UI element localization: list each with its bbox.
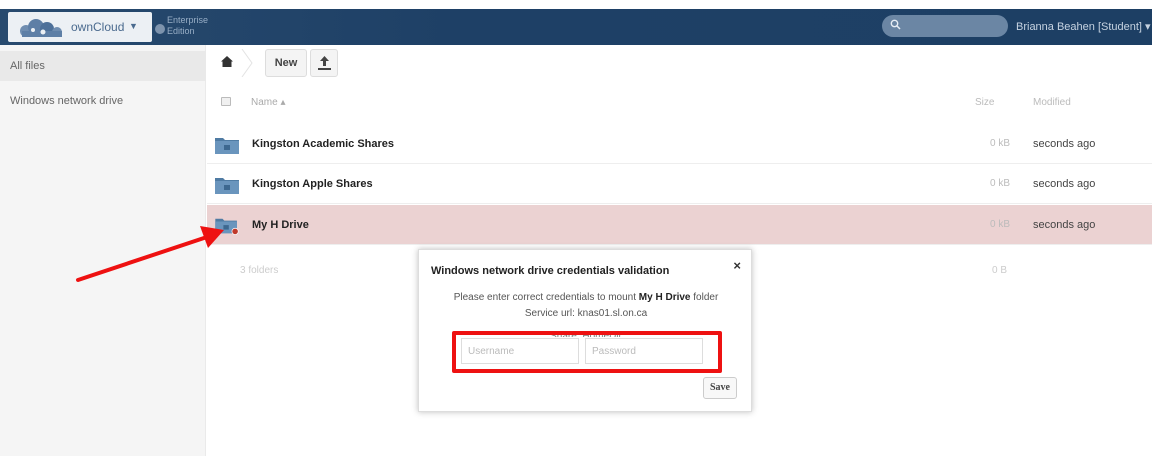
sidebar-item-all-files[interactable]: All files (0, 51, 206, 81)
file-row[interactable]: Kingston Apple Shares 0 kB seconds ago (207, 164, 1152, 204)
sidebar-item-windows-network-drive[interactable]: Windows network drive (0, 86, 206, 116)
owncloud-logo-icon (20, 19, 62, 37)
file-row-highlighted[interactable]: My H Drive 0 kB seconds ago (207, 205, 1152, 245)
top-header: ownCloud ▼ Enterprise Edition Brianna Be… (0, 9, 1152, 45)
annotation-arrow-icon (76, 226, 224, 282)
app-menu-button[interactable]: ownCloud ▼ (8, 12, 152, 42)
column-header-name[interactable]: Name ▴ (251, 97, 285, 108)
new-button[interactable]: New (265, 49, 307, 77)
file-modified: seconds ago (1033, 138, 1096, 150)
edition-line-1: Enterprise (167, 15, 209, 25)
dialog-service-url: Service url: knas01.sl.on.ca (524, 308, 648, 319)
enterprise-icon (155, 24, 165, 34)
file-name[interactable]: My H Drive (252, 219, 309, 231)
save-button[interactable]: Save (703, 377, 737, 399)
file-name[interactable]: Kingston Apple Shares (252, 178, 373, 190)
column-header-size[interactable]: Size (975, 97, 994, 108)
edition-label: Enterprise Edition (167, 15, 208, 37)
search-icon (890, 19, 901, 30)
column-header-modified[interactable]: Modified (1033, 97, 1071, 108)
app-name: ownCloud (71, 20, 125, 34)
summary-total-size: 0 B (992, 265, 1008, 276)
prompt-prefix: Please enter correct credentials to moun… (453, 292, 639, 303)
breadcrumb-separator (241, 49, 253, 77)
search-input[interactable] (882, 15, 1008, 37)
file-size: 0 kB (990, 178, 1011, 189)
network-folder-icon (215, 138, 239, 154)
file-size: 0 kB (990, 219, 1011, 230)
file-name[interactable]: Kingston Academic Shares (252, 138, 394, 150)
home-icon[interactable] (221, 56, 233, 67)
file-modified: seconds ago (1033, 219, 1096, 231)
select-all-checkbox[interactable] (221, 97, 231, 106)
file-modified: seconds ago (1033, 178, 1096, 190)
annotation-highlight-box (452, 331, 722, 373)
close-icon[interactable]: × (733, 258, 741, 273)
upload-icon (318, 56, 331, 70)
dialog-title: Windows network drive credentials valida… (431, 265, 670, 277)
network-folder-icon (215, 178, 239, 194)
file-size: 0 kB (990, 138, 1011, 149)
file-row[interactable]: Kingston Academic Shares 0 kB seconds ag… (207, 124, 1152, 164)
upload-button[interactable] (310, 49, 338, 77)
prompt-suffix: folder (690, 292, 719, 303)
dialog-prompt: Please enter correct credentials to moun… (419, 292, 753, 303)
prompt-drive-name: My H Drive (638, 292, 691, 303)
edition-line-2: Edition (167, 26, 195, 36)
user-menu[interactable]: Brianna Beahen [Student] ▾ (1016, 20, 1151, 33)
summary-folder-count: 3 folders (240, 265, 279, 276)
chevron-down-icon: ▼ (129, 21, 138, 31)
